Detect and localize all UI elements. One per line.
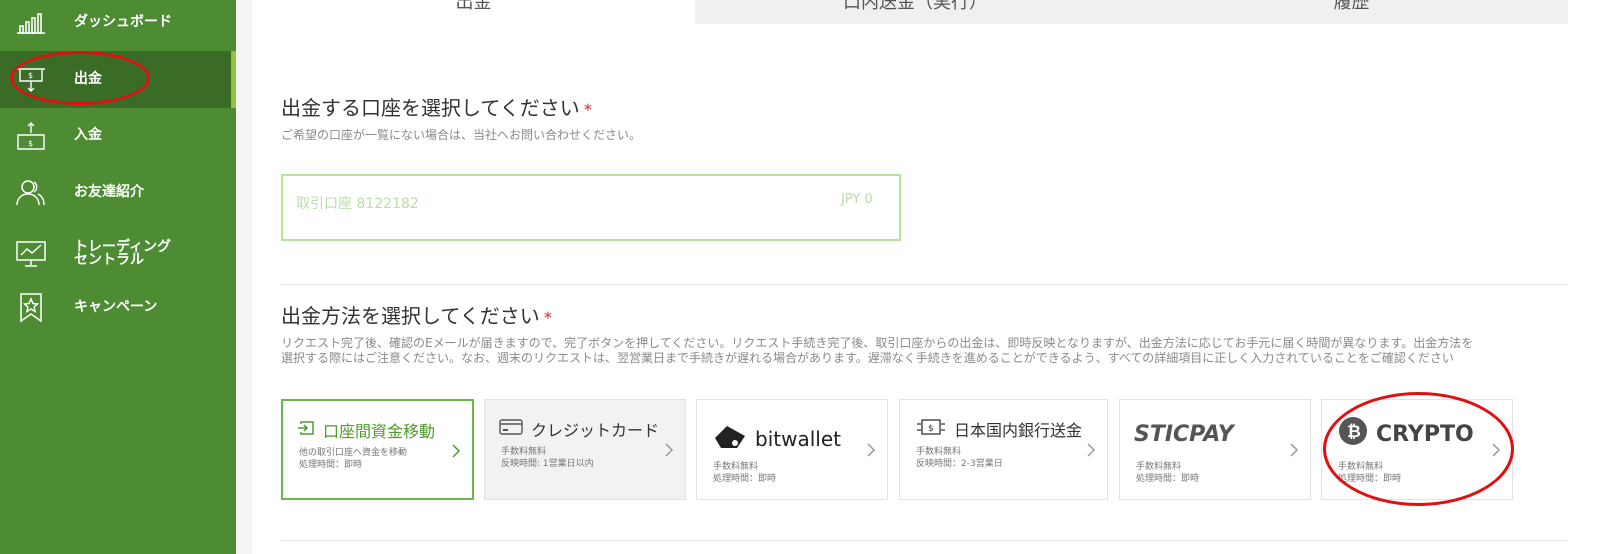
chevron-right-icon bbox=[1087, 443, 1096, 457]
required-asterisk: * bbox=[543, 308, 552, 327]
method-section-note: リクエスト完了後、確認のEメールが届きますので、完了ボタンを押してください。リク… bbox=[281, 336, 1571, 366]
method-note-line2: 選択する際にはご注意ください。なお、週末のリクエストは、翌営業日まで手続きが遅れ… bbox=[281, 351, 1454, 365]
sidebar-item-label: 入金 bbox=[74, 127, 102, 143]
method-section-title-text: 出金方法を選択してください bbox=[281, 304, 540, 328]
method-desc-line2: 処理時間：即時 bbox=[713, 474, 777, 484]
tab-history[interactable]: 履歴 bbox=[1135, 0, 1568, 24]
method-card-sticpay[interactable]: STICPAY 手数料無料 処理時間：即時 bbox=[1119, 399, 1311, 500]
bitwallet-logo-icon bbox=[713, 422, 747, 455]
method-card-credit-card[interactable]: クレジットカード 手数料無料 反映時間: 1営業日以内 bbox=[484, 399, 686, 500]
chevron-right-icon bbox=[1290, 443, 1299, 457]
deposit-icon: $ bbox=[15, 120, 47, 152]
sidebar-item-label: お友達紹介 bbox=[74, 184, 144, 200]
method-desc-line1: 他の取引口座へ資金を移動 bbox=[299, 448, 408, 458]
withdraw-icon: $ bbox=[15, 64, 47, 96]
method-desc-line1: 手数料無料 bbox=[501, 447, 547, 457]
sidebar-item-label-line2: セントラル bbox=[74, 251, 144, 268]
tab-label: 履歴 bbox=[1333, 0, 1370, 13]
method-desc-line2: 反映時間：2-3営業日 bbox=[916, 459, 1003, 469]
method-title: $ 日本国内銀行送金 bbox=[916, 417, 1082, 441]
section-divider-bottom bbox=[281, 540, 1567, 541]
sidebar-item-campaign[interactable]: キャンペーン bbox=[0, 279, 236, 336]
bar-chart-icon bbox=[15, 7, 47, 39]
method-title-text: 口座間資金移動 bbox=[323, 422, 436, 441]
svg-text:$: $ bbox=[928, 424, 934, 434]
required-asterisk: * bbox=[583, 100, 592, 119]
method-card-internal-transfer[interactable]: 口座間資金移動 他の取引口座へ資金を移動 処理時間：即時 bbox=[281, 399, 474, 500]
star-bookmark-icon bbox=[15, 292, 47, 324]
svg-text:$: $ bbox=[28, 71, 33, 80]
bank-transfer-icon: $ bbox=[916, 418, 946, 440]
method-desc-line1: 手数料無料 bbox=[1338, 462, 1384, 472]
method-card-crypto[interactable]: ₿ CRYPTO 手数料無料 処理時間：即時 bbox=[1321, 399, 1513, 500]
method-desc-line1: 手数料無料 bbox=[916, 447, 962, 457]
method-card-bitwallet[interactable]: bitwallet 手数料無料 処理時間：即時 bbox=[696, 399, 888, 500]
chevron-right-icon bbox=[665, 443, 674, 457]
bitcoin-icon: ₿ bbox=[1338, 416, 1368, 452]
section-divider bbox=[281, 284, 1567, 285]
tab-internal-transfer[interactable]: 口内送金（実行） bbox=[695, 0, 1135, 24]
method-title: クレジットカード bbox=[499, 417, 659, 441]
sticpay-logo: STICPAY bbox=[1134, 422, 1234, 447]
tab-label: 出金 bbox=[455, 0, 492, 13]
tab-withdraw[interactable]: 出金 bbox=[252, 0, 695, 24]
sidebar-item-label: キャンペーン bbox=[74, 299, 158, 315]
monitor-chart-icon bbox=[15, 238, 47, 270]
method-desc-line1: 手数料無料 bbox=[713, 462, 759, 472]
sidebar-item-label: ダッシュボード bbox=[74, 14, 172, 30]
method-card-bank-transfer[interactable]: $ 日本国内銀行送金 手数料無料 反映時間：2-3営業日 bbox=[899, 399, 1108, 500]
svg-text:₿: ₿ bbox=[1347, 422, 1361, 442]
account-section-title-text: 出金する口座を選択してください bbox=[281, 96, 580, 120]
svg-text:$: $ bbox=[28, 139, 33, 148]
method-title: STICPAY bbox=[1134, 422, 1234, 447]
tab-label: 口内送金（実行） bbox=[843, 0, 987, 13]
account-section-title: 出金する口座を選択してください * bbox=[281, 92, 592, 121]
method-desc: 手数料無料 処理時間：即時 bbox=[1136, 461, 1199, 485]
method-desc: 手数料無料 処理時間：即時 bbox=[1338, 461, 1401, 485]
method-title: 口座間資金移動 bbox=[297, 418, 435, 442]
method-desc-line2: 処理時間：即時 bbox=[299, 460, 363, 470]
chevron-right-icon bbox=[452, 444, 461, 458]
tab-bar: 出金 口内送金（実行） 履歴 bbox=[252, 0, 1568, 24]
method-desc: 他の取引口座へ資金を移動 処理時間：即時 bbox=[299, 447, 407, 471]
account-section-subtitle: ご希望の口座が一覧にない場合は、当社へお問い合わせください。 bbox=[281, 128, 642, 142]
method-desc-line2: 処理時間：即時 bbox=[1338, 474, 1402, 484]
method-desc-line1: 手数料無料 bbox=[1136, 462, 1182, 472]
account-select[interactable]: 取引口座 8122182 JPY 0 bbox=[281, 174, 901, 241]
method-title-text: 日本国内銀行送金 bbox=[954, 421, 1083, 440]
method-title: bitwallet bbox=[713, 422, 841, 455]
method-note-line1: リクエスト完了後、確認のEメールが届きますので、完了ボタンを押してください。リク… bbox=[281, 336, 1474, 350]
chevron-right-icon bbox=[1492, 443, 1501, 457]
chevron-right-icon bbox=[867, 443, 876, 457]
sidebar-item-label: 出金 bbox=[74, 71, 102, 87]
account-balance: JPY 0 bbox=[841, 192, 873, 207]
main-content: 出金 口内送金（実行） 履歴 出金する口座を選択してください * ご希望の口座が一… bbox=[252, 0, 1612, 554]
method-desc-line2: 反映時間: 1営業日以内 bbox=[501, 459, 594, 469]
account-name: 取引口座 8122182 bbox=[296, 196, 419, 212]
method-title-text: CRYPTO bbox=[1376, 421, 1474, 447]
users-icon bbox=[15, 177, 47, 209]
sidebar-item-trading-central[interactable]: トレーディング セントラル bbox=[0, 225, 236, 282]
method-desc: 手数料無料 処理時間：即時 bbox=[713, 461, 776, 485]
credit-card-icon bbox=[499, 419, 523, 439]
method-desc: 手数料無料 反映時間：2-3営業日 bbox=[916, 446, 1003, 470]
sidebar: ダッシュボード $ 出金 $ 入金 お友達紹介 トレーディング セントラル キャ… bbox=[0, 0, 236, 554]
sidebar-item-label: トレーディング セントラル bbox=[74, 240, 171, 268]
sidebar-item-deposit[interactable]: $ 入金 bbox=[0, 107, 236, 164]
method-title-text: クレジットカード bbox=[531, 421, 660, 440]
method-title-text: bitwallet bbox=[755, 426, 841, 451]
sidebar-item-withdraw[interactable]: $ 出金 bbox=[0, 51, 236, 108]
method-desc-line2: 処理時間：即時 bbox=[1136, 474, 1200, 484]
sidebar-item-dashboard[interactable]: ダッシュボード bbox=[0, 0, 236, 51]
sidebar-item-referral[interactable]: お友達紹介 bbox=[0, 164, 236, 221]
transfer-icon bbox=[297, 420, 315, 440]
method-desc: 手数料無料 反映時間: 1営業日以内 bbox=[501, 446, 594, 470]
method-title: ₿ CRYPTO bbox=[1338, 416, 1474, 452]
method-section-title: 出金方法を選択してください * bbox=[281, 300, 552, 329]
